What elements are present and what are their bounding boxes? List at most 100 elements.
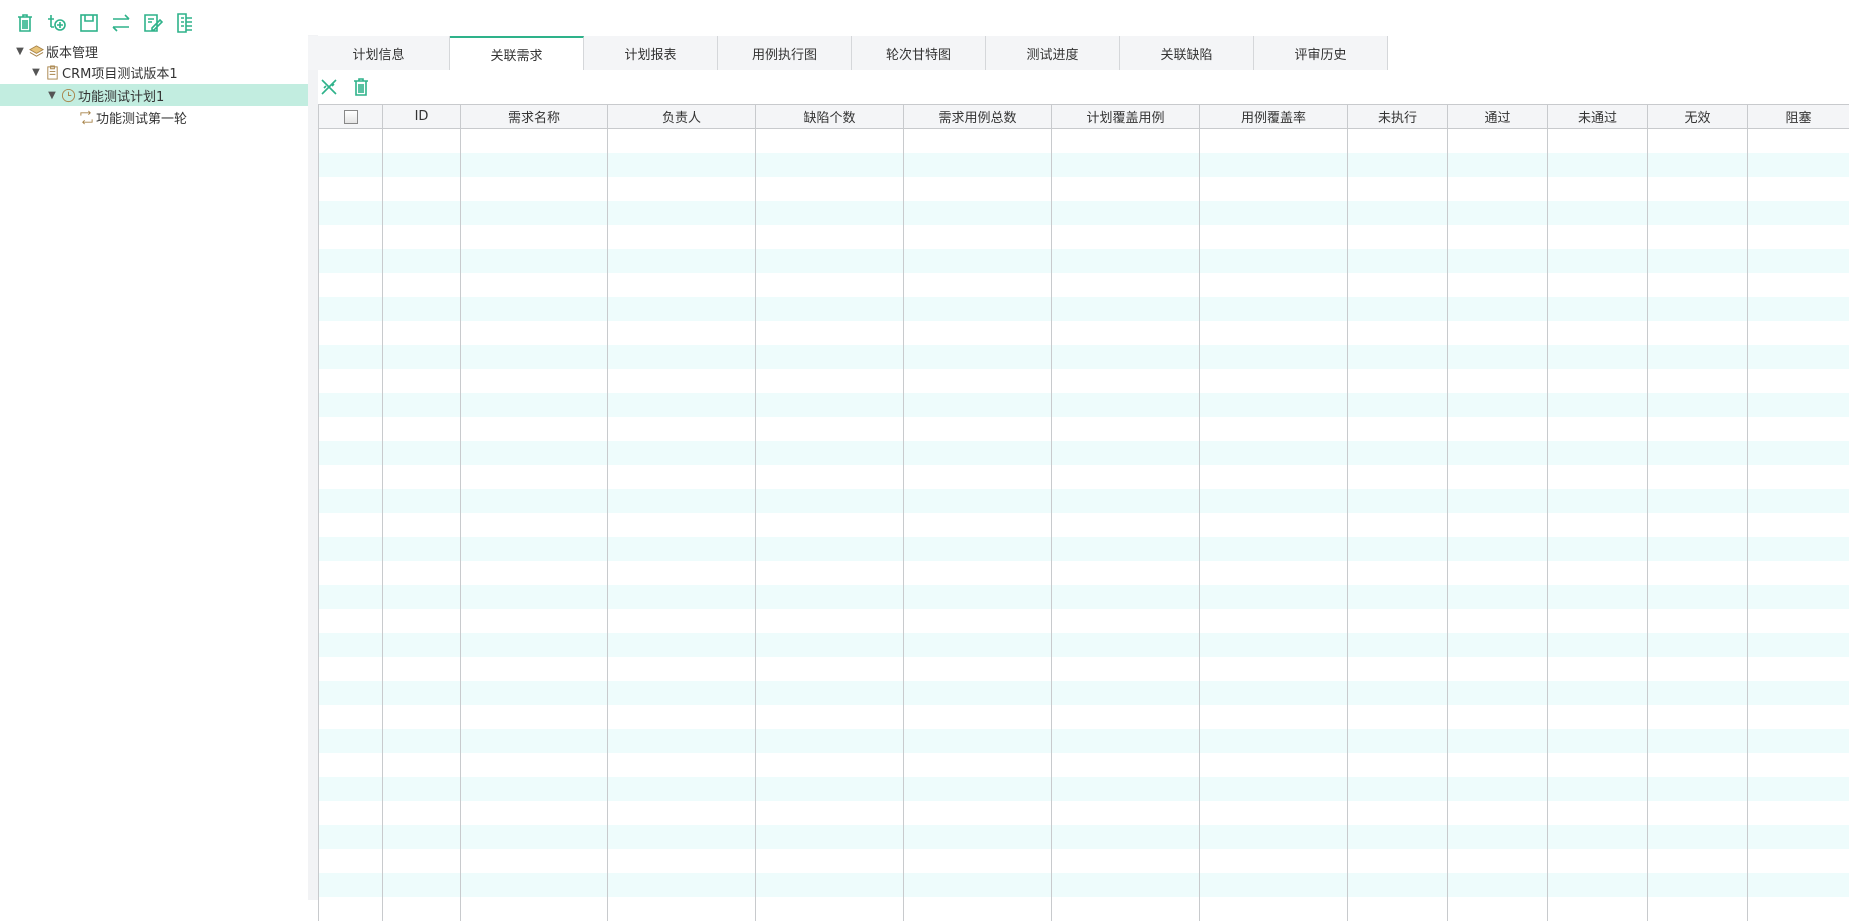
save-button[interactable] — [78, 12, 100, 34]
edit-icon — [143, 13, 163, 33]
table-cell — [1548, 225, 1648, 249]
swap-button[interactable] — [110, 12, 132, 34]
table-cell — [1648, 369, 1748, 393]
table-row — [319, 849, 1849, 873]
table-cell — [1548, 801, 1648, 825]
table-cell — [1748, 177, 1849, 201]
table-cell — [1548, 849, 1648, 873]
table-cell — [383, 609, 461, 633]
delete-requirement-button[interactable] — [350, 76, 372, 98]
table-cell — [383, 417, 461, 441]
tab-3[interactable]: 用例执行图 — [718, 36, 852, 70]
expand-toggle[interactable]: ▼ — [46, 90, 58, 101]
table-cell — [1748, 825, 1849, 849]
tree-node-crm-version[interactable]: ▼ CRM项目测试版本1 — [0, 61, 308, 83]
table-cell — [1052, 153, 1200, 177]
table-cell — [904, 873, 1052, 897]
tab-6[interactable]: 关联缺陷 — [1120, 36, 1254, 70]
tree-node-test-round[interactable]: 功能测试第一轮 — [0, 106, 308, 128]
table-cell — [461, 657, 608, 681]
column-header[interactable]: 通过 — [1448, 105, 1548, 129]
tab-7[interactable]: 评审历史 — [1254, 36, 1388, 70]
table-cell — [1348, 609, 1448, 633]
table-cell — [608, 897, 756, 921]
table-cell — [1648, 177, 1748, 201]
table-cell — [1052, 345, 1200, 369]
table-cell — [319, 777, 383, 801]
tree-node-test-plan[interactable]: ▼ 功能测试计划1 — [0, 84, 308, 106]
column-header[interactable]: 用例覆盖率 — [1200, 105, 1348, 129]
table-cell — [1052, 753, 1200, 777]
table-cell — [1448, 321, 1548, 345]
table-cell — [1748, 609, 1849, 633]
table-cell — [461, 321, 608, 345]
tab-5[interactable]: 测试进度 — [986, 36, 1120, 70]
tab-0[interactable]: 计划信息 — [308, 36, 450, 70]
table-cell — [1348, 633, 1448, 657]
table-row — [319, 801, 1849, 825]
table-cell — [1052, 633, 1200, 657]
column-header[interactable]: 需求名称 — [461, 105, 608, 129]
list-button[interactable] — [174, 12, 196, 34]
expand-toggle[interactable]: ▼ — [14, 46, 26, 57]
table-cell — [461, 825, 608, 849]
unlink-button[interactable] — [318, 76, 340, 98]
tree-node-version-management[interactable]: ▼ 版本管理 — [0, 40, 308, 62]
table-cell — [1648, 441, 1748, 465]
column-header[interactable]: 缺陷个数 — [756, 105, 904, 129]
table-cell — [383, 489, 461, 513]
table-cell — [1348, 129, 1448, 153]
table-cell — [1548, 417, 1648, 441]
tree-node-label: 功能测试第一轮 — [96, 108, 187, 127]
table-cell — [1648, 801, 1748, 825]
tab-4[interactable]: 轮次甘特图 — [852, 36, 986, 70]
column-header[interactable]: 未通过 — [1548, 105, 1648, 129]
column-header[interactable]: 无效 — [1648, 105, 1748, 129]
table-cell — [1648, 681, 1748, 705]
table-cell — [1448, 177, 1548, 201]
expand-toggle[interactable]: ▼ — [30, 67, 42, 78]
table-cell — [904, 537, 1052, 561]
table-cell — [319, 657, 383, 681]
table-cell — [1648, 489, 1748, 513]
column-header[interactable]: 阻塞 — [1748, 105, 1849, 129]
table-cell — [1052, 537, 1200, 561]
table-cell — [319, 561, 383, 585]
table-cell — [608, 297, 756, 321]
add-plan-button[interactable] — [46, 12, 68, 34]
table-cell — [319, 417, 383, 441]
table-cell — [1200, 345, 1348, 369]
column-header[interactable]: 需求用例总数 — [904, 105, 1052, 129]
tree-toolbar — [14, 12, 196, 34]
table-cell — [1448, 705, 1548, 729]
tab-2[interactable]: 计划报表 — [584, 36, 718, 70]
column-header[interactable]: ID — [383, 105, 461, 129]
table-cell — [756, 513, 904, 537]
table-cell — [319, 225, 383, 249]
column-header[interactable]: 计划覆盖用例 — [1052, 105, 1200, 129]
table-cell — [608, 705, 756, 729]
select-all-checkbox[interactable] — [344, 110, 358, 124]
column-header[interactable]: 负责人 — [608, 105, 756, 129]
table-cell — [1052, 225, 1200, 249]
table-cell — [904, 513, 1052, 537]
table-cell — [1748, 201, 1849, 225]
table-cell — [1200, 585, 1348, 609]
delete-button[interactable] — [14, 12, 36, 34]
tab-1[interactable]: 关联需求 — [450, 36, 584, 70]
table-cell — [383, 249, 461, 273]
table-cell — [1200, 897, 1348, 921]
table-cell — [461, 873, 608, 897]
table-cell — [1548, 705, 1648, 729]
column-header[interactable]: 未执行 — [1348, 105, 1448, 129]
table-cell — [461, 153, 608, 177]
table-cell — [1200, 153, 1348, 177]
table-cell — [1648, 201, 1748, 225]
table-cell — [319, 873, 383, 897]
edit-button[interactable] — [142, 12, 164, 34]
table-cell — [383, 705, 461, 729]
table-cell — [1348, 393, 1448, 417]
table-cell — [461, 129, 608, 153]
panel-divider[interactable] — [308, 35, 318, 900]
select-all-cell — [319, 105, 383, 129]
